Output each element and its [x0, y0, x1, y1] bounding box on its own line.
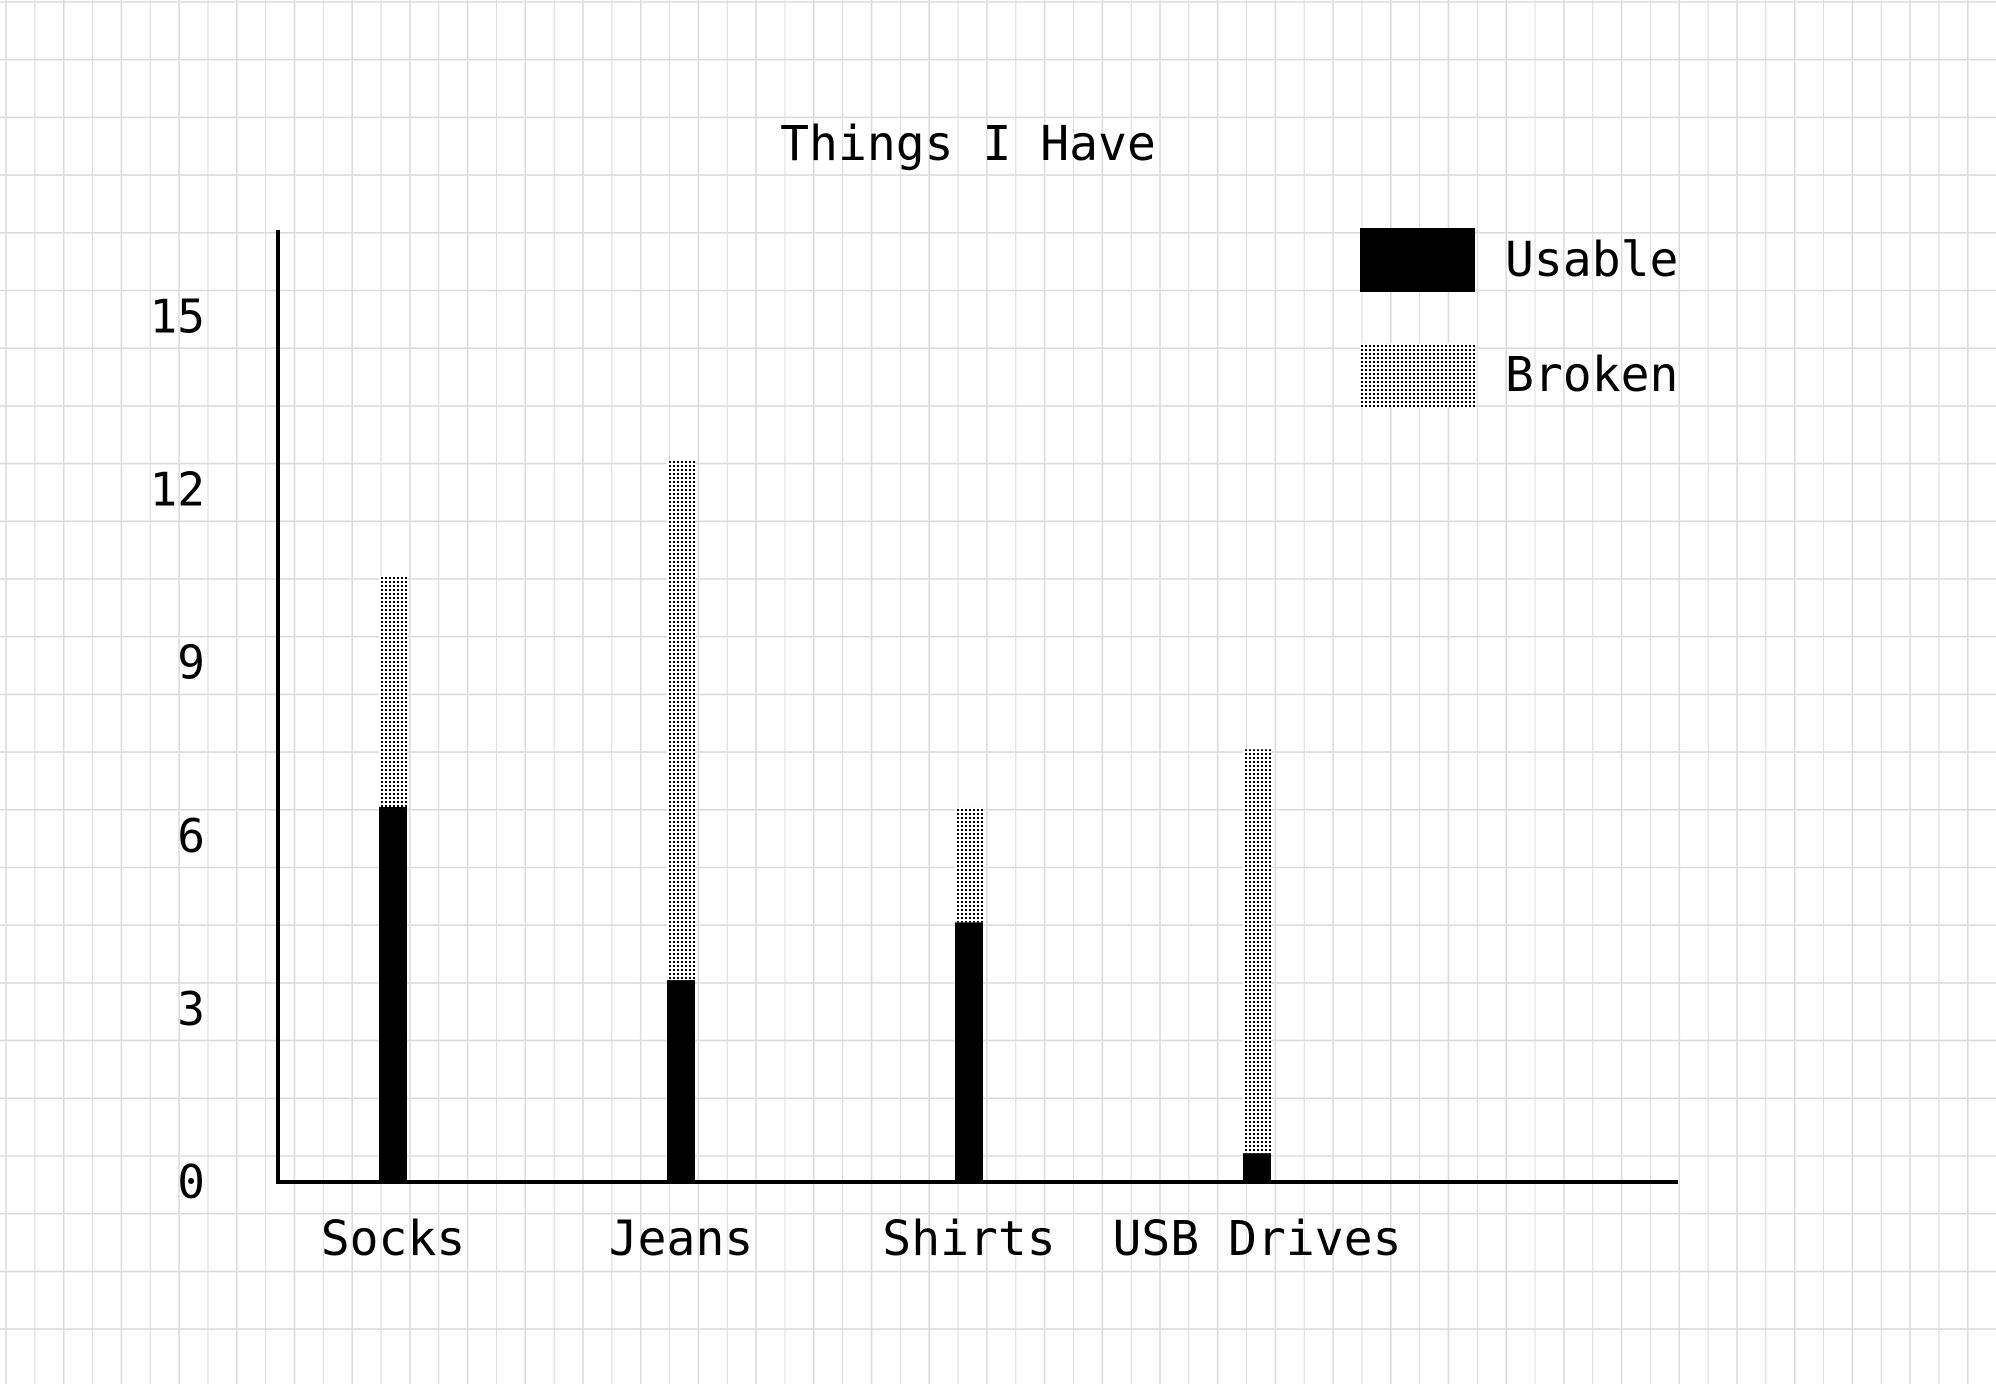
chart-container: Things I Have 0 3 6 9 12 15 Socks Jeans Shirts US…: [0, 0, 1996, 1384]
chart-title: Things I Have: [780, 116, 1156, 172]
bar-broken-shirts: [955, 806, 983, 923]
x-tick-label: Socks: [321, 1211, 466, 1267]
y-tick-label: 15: [150, 290, 205, 344]
bar-broken-usb-drives: [1243, 749, 1271, 1154]
legend-label-usable: Usable: [1505, 232, 1678, 288]
legend: Usable Broken: [1360, 228, 1678, 407]
stacked-bar-chart: Things I Have 0 3 6 9 12 15 Socks Jeans Shirts US…: [0, 0, 1996, 1384]
x-tick-label: Shirts: [882, 1211, 1055, 1267]
background-grid: [0, 0, 1996, 1384]
bar-broken-jeans: [667, 460, 695, 981]
x-tick-label: USB Drives: [1113, 1211, 1402, 1267]
y-tick-label: 9: [177, 636, 205, 690]
bar-usable-socks: [379, 806, 407, 1182]
bar-usable-usb-drives: [1243, 1153, 1271, 1182]
bar-usable-shirts: [955, 922, 983, 1182]
bar-usable-jeans: [667, 980, 695, 1182]
legend-swatch-broken: [1360, 343, 1475, 407]
legend-label-broken: Broken: [1505, 347, 1678, 403]
y-tick-label: 0: [177, 1155, 205, 1209]
y-tick-label: 6: [177, 809, 205, 863]
y-tick-label: 3: [177, 982, 205, 1036]
legend-swatch-usable: [1360, 228, 1475, 292]
bar-broken-socks: [379, 576, 407, 807]
x-tick-label: Jeans: [609, 1211, 754, 1267]
y-tick-label: 12: [150, 463, 205, 517]
